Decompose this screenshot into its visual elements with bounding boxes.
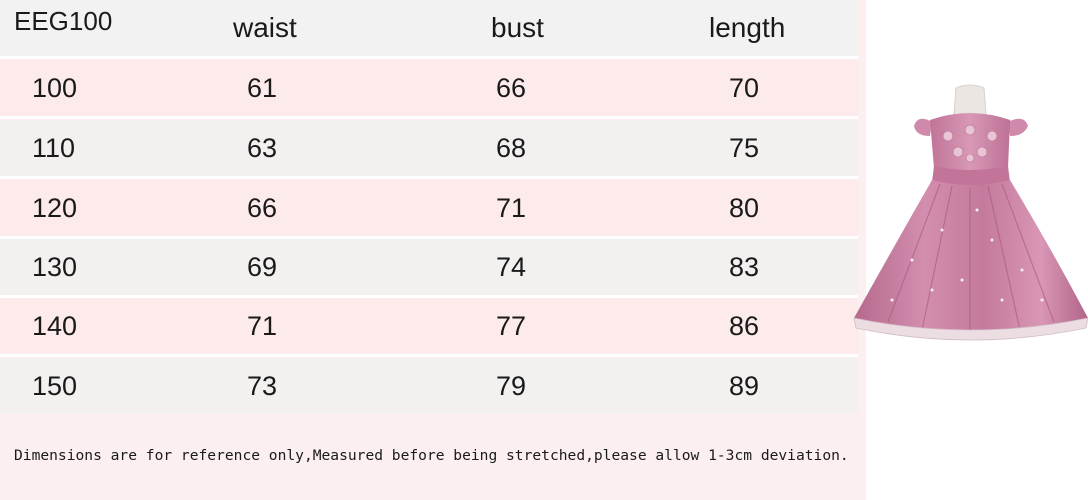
size-cell: 140 — [32, 310, 78, 341]
disclaimer-note: Dimensions are for reference only,Measur… — [14, 447, 849, 464]
size-cell: 150 — [32, 370, 78, 401]
size-chart: EEG100 waist bust length 100 61 66 70 11… — [0, 0, 866, 500]
table-row: 110 63 68 75 — [0, 120, 858, 176]
waist-cell: 73 — [247, 370, 278, 401]
column-header-waist: waist — [233, 12, 297, 43]
table-row: 150 73 79 89 — [0, 358, 858, 414]
table-row: 120 66 71 80 — [0, 180, 858, 236]
waist-cell: 63 — [247, 132, 278, 163]
bust-cell: 79 — [496, 370, 527, 401]
table-header-row: EEG100 waist bust length — [0, 0, 858, 56]
size-cell: 130 — [32, 251, 78, 282]
waist-cell: 71 — [247, 310, 278, 341]
waist-cell: 69 — [247, 251, 278, 282]
bust-cell: 68 — [496, 132, 527, 163]
length-cell: 83 — [729, 251, 760, 282]
row-divider — [0, 56, 858, 59]
table-row: 100 61 66 70 — [0, 60, 858, 116]
table-row: 130 69 74 83 — [0, 239, 858, 295]
bust-cell: 77 — [496, 310, 527, 341]
row-divider — [0, 116, 858, 119]
row-divider — [0, 354, 858, 357]
size-cell: 120 — [32, 192, 78, 223]
length-cell: 70 — [729, 72, 760, 103]
size-cell: 100 — [32, 72, 78, 103]
bust-cell: 71 — [496, 192, 527, 223]
dress-product-image — [853, 84, 1088, 341]
bust-cell: 74 — [496, 251, 527, 282]
column-header-length: length — [709, 12, 786, 43]
size-cell: 110 — [32, 132, 76, 163]
table-row: 140 71 77 86 — [0, 298, 858, 354]
length-cell: 86 — [729, 310, 760, 341]
length-cell: 89 — [729, 370, 760, 401]
waist-cell: 66 — [247, 192, 278, 223]
length-cell: 75 — [729, 132, 760, 163]
row-divider — [0, 176, 858, 179]
model-code-header: EEG100 — [14, 6, 113, 36]
bust-cell: 66 — [496, 72, 527, 103]
column-header-bust: bust — [491, 12, 544, 43]
waist-cell: 61 — [247, 72, 278, 103]
length-cell: 80 — [729, 192, 760, 223]
